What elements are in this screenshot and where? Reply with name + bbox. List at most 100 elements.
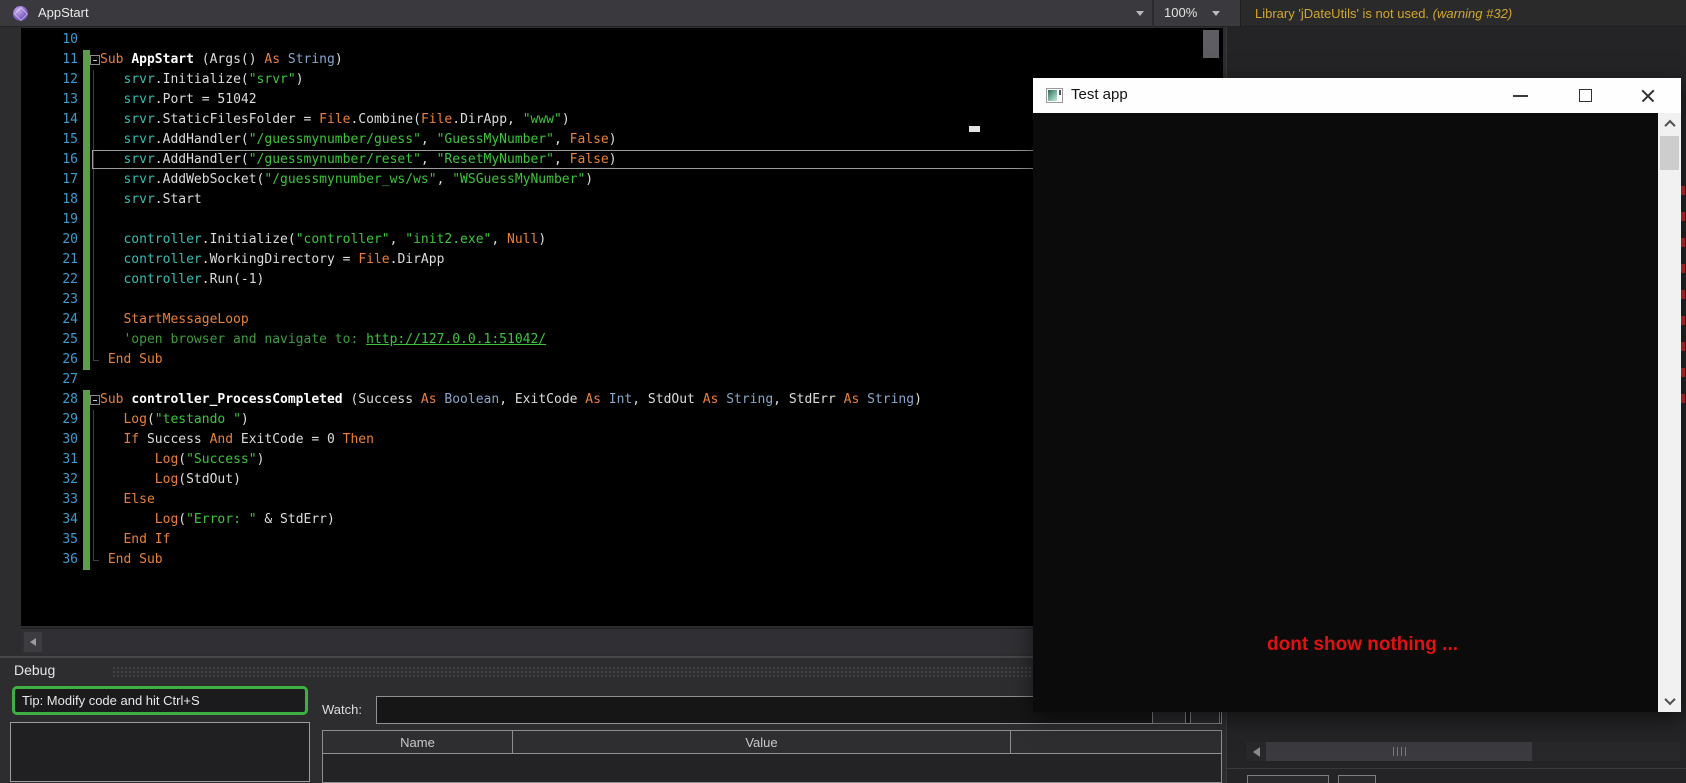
minimize-button[interactable]: [1498, 78, 1542, 113]
warning-message: Library 'jDateUtils' is not used. (warni…: [1255, 6, 1512, 21]
tip-text: Tip: Modify code and hit Ctrl+S: [22, 693, 200, 708]
scope-line-icon: [93, 450, 94, 470]
code-text: srvr.Start: [100, 190, 202, 210]
zoom-selector[interactable]: 100%: [1164, 5, 1197, 20]
ide-root: Library 'jDateUtils' is not used. (warni…: [0, 0, 1686, 783]
window-vscrollbar[interactable]: [1658, 113, 1681, 712]
line-number: 13: [21, 90, 78, 110]
window-title: Test app: [1071, 86, 1128, 103]
change-bar: [83, 90, 90, 110]
code-line[interactable]: 11Sub AppStart (Args() As String): [21, 50, 1223, 70]
scope-line-icon: [93, 330, 94, 350]
scope-line-icon: [93, 250, 94, 270]
change-bar: [83, 270, 90, 290]
divider: [1152, 0, 1154, 27]
code-text: End Sub: [100, 550, 163, 570]
scope-line-icon: [93, 90, 94, 110]
editor-vscrollbar-thumb[interactable]: [1203, 30, 1219, 58]
chevron-down-icon[interactable]: [1136, 11, 1144, 16]
change-bar: [83, 290, 90, 310]
scope-line-icon: [93, 510, 94, 530]
window-vscrollbar-thumb[interactable]: [1660, 136, 1679, 170]
fold-collapse-icon[interactable]: [90, 395, 100, 405]
scope-line-icon: [93, 290, 94, 310]
icon-notch: [1059, 90, 1061, 95]
scroll-down-button[interactable]: [1658, 690, 1681, 712]
change-bar: [83, 490, 90, 510]
line-number: 17: [21, 170, 78, 190]
chevron-up-icon: [1664, 120, 1675, 131]
column-header-name[interactable]: Name: [323, 731, 513, 754]
scroll-left-button[interactable]: [24, 632, 42, 652]
line-number: 32: [21, 470, 78, 490]
scope-line-icon: [93, 350, 99, 361]
test-app-window[interactable]: Test app dont show nothing ...: [1033, 78, 1681, 712]
scope-line-icon: [93, 550, 99, 561]
line-number: 23: [21, 290, 78, 310]
watch-table: Name Value: [322, 730, 1222, 783]
clipped-button[interactable]: [1338, 775, 1376, 783]
code-text: srvr.Port = 51042: [100, 90, 257, 110]
code-text: srvr.AddWebSocket("/guessmynumber_ws/ws"…: [100, 170, 593, 190]
line-number: 26: [21, 350, 78, 370]
change-bar: [83, 210, 90, 230]
change-bar: [83, 350, 90, 370]
line-number: 30: [21, 430, 78, 450]
code-text: controller.WorkingDirectory = File.DirAp…: [100, 250, 444, 270]
panel-divider: [1226, 768, 1686, 769]
change-bar: [83, 410, 90, 430]
icon-fill: [1048, 90, 1057, 101]
window-content: dont show nothing ...: [1033, 113, 1681, 712]
scope-line-icon: [93, 110, 94, 130]
close-button[interactable]: [1626, 78, 1670, 113]
code-text: 'open browser and navigate to: http://12…: [100, 330, 546, 350]
line-number: 15: [21, 130, 78, 150]
toolbar: AppStart 100%: [0, 0, 1240, 27]
module-selector[interactable]: AppStart: [38, 5, 89, 20]
code-text: End Sub: [100, 350, 163, 370]
line-number: 19: [21, 210, 78, 230]
code-text: StartMessageLoop: [100, 310, 249, 330]
code-text: Else: [100, 490, 155, 510]
scope-line-icon: [93, 170, 94, 190]
line-number: 25: [21, 330, 78, 350]
left-arrow-icon: [30, 638, 36, 646]
line-number: 22: [21, 270, 78, 290]
grip-icon: [1401, 747, 1402, 756]
code-text: Log("Error: " & StdErr): [100, 510, 335, 530]
change-bar: [83, 130, 90, 150]
warning-number: (warning #32): [1433, 6, 1513, 21]
scope-line-icon: [93, 530, 94, 550]
breakpoints-list[interactable]: [10, 722, 310, 782]
scope-line-icon: [93, 210, 94, 230]
line-number: 27: [21, 370, 78, 390]
line-number: 34: [21, 510, 78, 530]
scroll-left-icon[interactable]: [1249, 744, 1263, 759]
line-number: 10: [21, 30, 78, 50]
scope-line-icon: [93, 310, 94, 330]
change-bar: [83, 390, 90, 410]
chevron-down-icon[interactable]: [1212, 11, 1220, 16]
module-icon: [13, 6, 28, 21]
fold-collapse-icon[interactable]: [90, 55, 100, 65]
code-text: srvr.StaticFilesFolder = File.Combine(Fi…: [100, 110, 570, 130]
clipped-button[interactable]: [1247, 775, 1329, 783]
line-number: 35: [21, 530, 78, 550]
warning-row[interactable]: Library 'jDateUtils' is not used. (warni…: [1240, 0, 1686, 27]
small-white-dash: [969, 126, 980, 132]
window-titlebar[interactable]: Test app: [1033, 78, 1681, 113]
maximize-button[interactable]: [1563, 78, 1607, 113]
scope-line-icon: [93, 230, 94, 250]
scroll-up-button[interactable]: [1658, 113, 1681, 135]
line-number: 28: [21, 390, 78, 410]
logs-hscrollbar-thumb[interactable]: [1266, 742, 1532, 761]
scope-line-icon: [93, 430, 94, 450]
code-text: Log(StdOut): [100, 470, 241, 490]
scope-line-icon: [93, 190, 94, 210]
column-header-value[interactable]: Value: [513, 731, 1011, 754]
change-bar: [83, 310, 90, 330]
code-line[interactable]: 10: [21, 30, 1223, 50]
change-bar: [83, 110, 90, 130]
scope-line-icon: [93, 490, 94, 510]
change-bar: [83, 470, 90, 490]
